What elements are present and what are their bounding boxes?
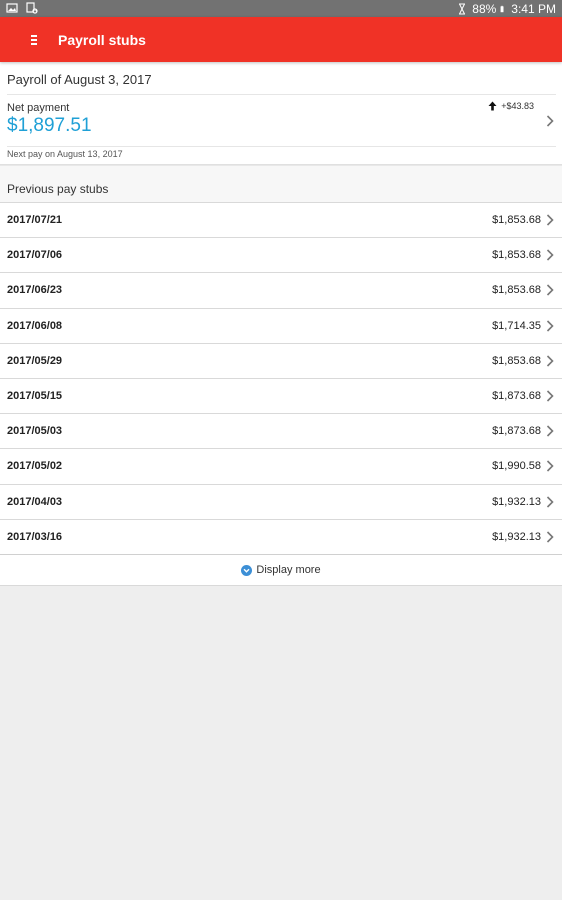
stub-date: 2017/06/23: [7, 284, 63, 297]
chevron-down-circle-icon: [241, 564, 253, 576]
stub-amount: $1,714.35: [492, 319, 541, 332]
gallery-icon: [6, 3, 18, 13]
page-title: Payroll stubs: [58, 31, 146, 48]
chevron-right-icon: [546, 214, 554, 226]
previous-stubs-title: Previous pay stubs: [7, 182, 109, 196]
stub-amount: $1,853.68: [492, 214, 541, 226]
stub-amount: $1,990.58: [492, 460, 541, 473]
arrow-up-icon: [488, 101, 497, 111]
net-payment-row[interactable]: Net payment $1,897.51 +$43.83: [0, 95, 562, 146]
payment-delta: +$43.83: [488, 101, 534, 111]
display-more-button[interactable]: Display more: [0, 554, 562, 586]
stub-amount: $1,853.68: [492, 249, 541, 262]
stub-list: 2017/07/21 $1,853.68 2017/07/06 $1,853.6…: [0, 202, 562, 554]
stub-amount: $1,853.68: [492, 354, 541, 367]
stub-date: 2017/05/29: [7, 354, 63, 367]
battery-icon: [500, 5, 504, 12]
chevron-right-icon: [546, 249, 554, 261]
chevron-right-icon: [546, 425, 554, 437]
chevron-right-icon: [546, 284, 554, 296]
current-payroll-card: Payroll of August 3, 2017 Net payment $1…: [0, 62, 562, 165]
stub-amount: $1,932.13: [492, 495, 541, 508]
stub-row[interactable]: 2017/07/06 $1,853.68: [0, 237, 562, 272]
chevron-right-icon: [546, 115, 554, 127]
chevron-right-icon: [546, 319, 554, 332]
clock: 3:41 PM: [511, 1, 556, 16]
status-right: 88% 3:41 PM: [456, 1, 556, 16]
stub-date: 2017/06/08: [7, 319, 63, 332]
stub-date: 2017/05/02: [7, 460, 63, 473]
chevron-right-icon: [546, 531, 554, 543]
current-payroll-title: Payroll of August 3, 2017: [7, 72, 152, 87]
stub-date: 2017/05/03: [7, 425, 63, 438]
payment-delta-value: +$43.83: [501, 101, 534, 111]
stub-amount: $1,873.68: [492, 425, 541, 438]
net-payment-amount: $1,897.51: [7, 115, 92, 136]
divider: [7, 146, 556, 147]
status-left: [6, 2, 38, 14]
chevron-right-icon: [546, 390, 554, 402]
menu-icon: [31, 34, 37, 45]
stub-amount: $1,853.68: [492, 284, 541, 297]
status-bar: 88% 3:41 PM: [0, 0, 562, 17]
battery-level: 88%: [472, 1, 497, 16]
stub-date: 2017/03/16: [7, 530, 63, 543]
stub-date: 2017/04/03: [7, 495, 63, 508]
stub-date: 2017/05/15: [7, 389, 63, 402]
stub-row[interactable]: 2017/05/15 $1,873.68: [0, 377, 562, 413]
hourglass-icon: [459, 3, 466, 14]
previous-stubs-header: Previous pay stubs: [0, 165, 562, 202]
stub-row[interactable]: 2017/05/02 $1,990.58: [0, 448, 562, 483]
stub-amount: $1,932.13: [492, 530, 541, 543]
stub-row[interactable]: 2017/06/08 $1,714.35: [0, 307, 562, 343]
stub-row[interactable]: 2017/06/23 $1,853.68: [0, 272, 562, 307]
chevron-right-icon: [546, 495, 554, 508]
stub-date: 2017/07/06: [7, 249, 63, 262]
stub-row[interactable]: 2017/07/21 $1,853.68: [0, 202, 562, 237]
stub-date: 2017/07/21: [7, 214, 63, 226]
stub-amount: $1,873.68: [492, 389, 541, 402]
device-download-icon: [26, 2, 38, 14]
next-pay-date: Next pay on August 13, 2017: [7, 149, 123, 159]
stub-row[interactable]: 2017/05/29 $1,853.68: [0, 342, 562, 378]
stub-row[interactable]: 2017/04/03 $1,932.13: [0, 483, 562, 519]
menu-button[interactable]: [15, 17, 53, 62]
app-bar: Payroll stubs: [0, 17, 562, 62]
chevron-right-icon: [546, 355, 554, 367]
net-payment-label: Net payment: [7, 102, 70, 114]
chevron-right-icon: [546, 460, 554, 472]
display-more-label: Display more: [256, 564, 321, 576]
stub-row[interactable]: 2017/05/03 $1,873.68: [0, 413, 562, 448]
stub-row[interactable]: 2017/03/16 $1,932.13: [0, 518, 562, 554]
